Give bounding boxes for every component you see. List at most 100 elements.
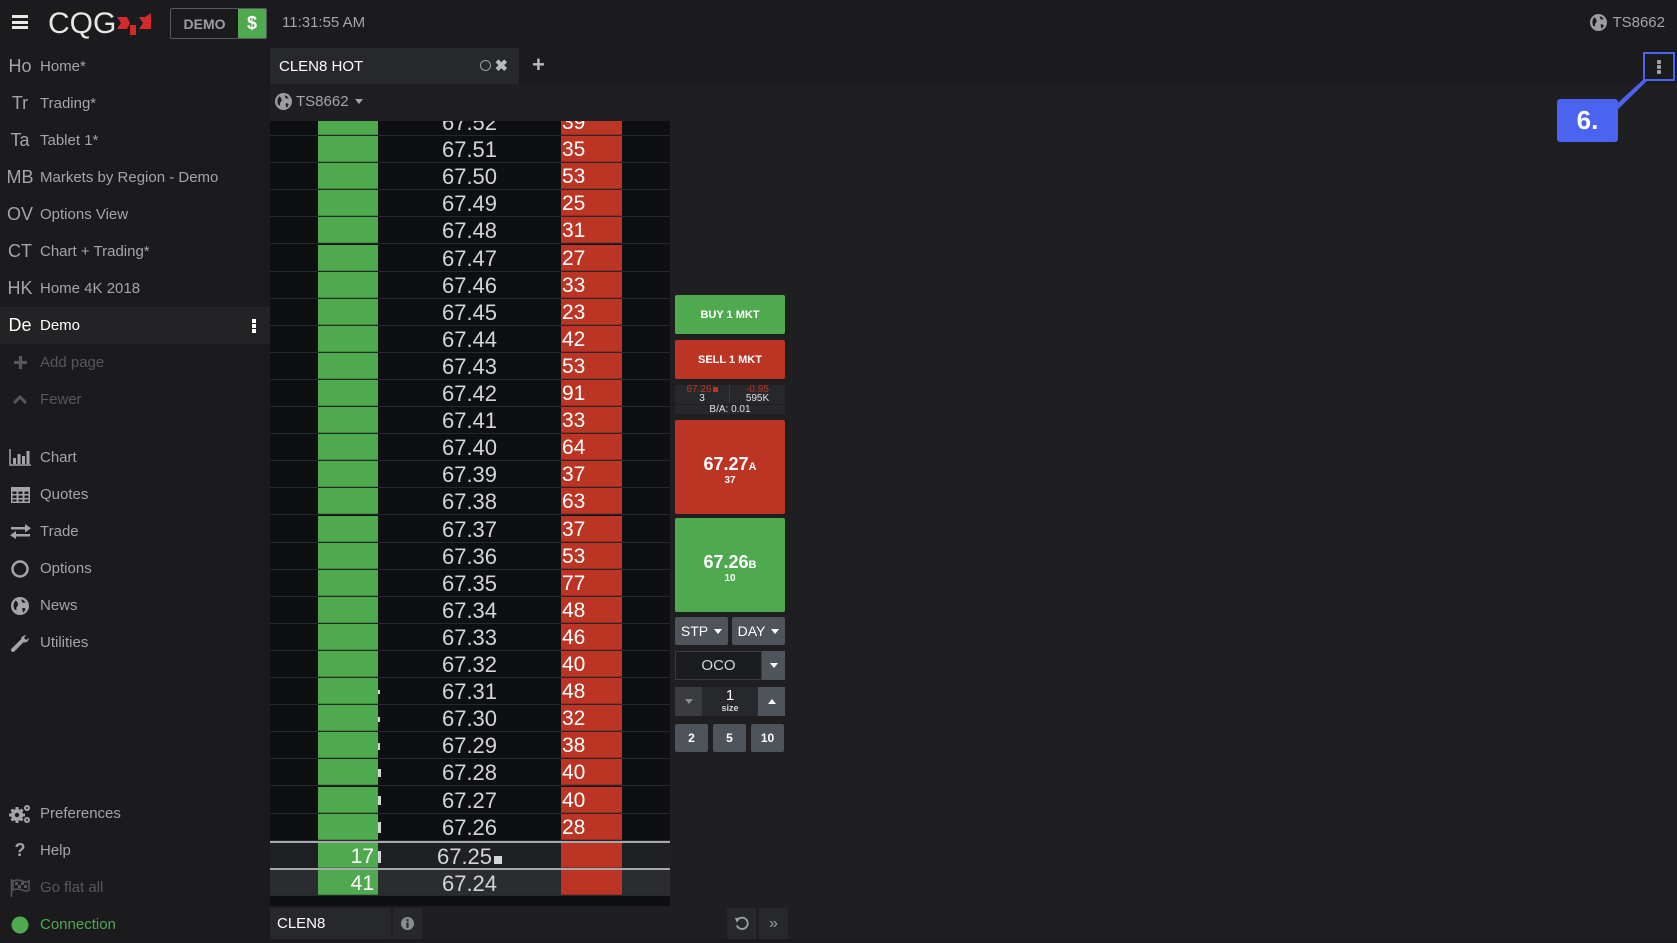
- buy-market-button[interactable]: BUY 1 MKT: [675, 295, 785, 334]
- ask-cell[interactable]: 37: [561, 515, 622, 542]
- account-selector[interactable]: TS8662: [275, 93, 363, 110]
- bid-cell[interactable]: [318, 596, 378, 623]
- sidebar-preferences[interactable]: Preferences: [0, 795, 270, 832]
- quick-size-10-button[interactable]: 10: [751, 724, 784, 752]
- size-stepper[interactable]: 1 size: [675, 687, 785, 716]
- sidebar-widget-news[interactable]: News: [0, 587, 270, 624]
- price-cell[interactable]: 67.47: [378, 245, 561, 271]
- sidebar-page-tablet[interactable]: Ta Tablet 1*: [0, 122, 270, 159]
- ladder-row[interactable]: 67.33 46: [270, 623, 670, 651]
- fewer-button[interactable]: Fewer: [0, 381, 270, 418]
- ladder-row[interactable]: 67.49 25: [270, 190, 670, 218]
- ladder-row[interactable]: 67.47 27: [270, 244, 670, 272]
- bid-cell[interactable]: [318, 569, 378, 596]
- ladder-row[interactable]: 67.42 91: [270, 380, 670, 407]
- ask-cell[interactable]: [561, 842, 622, 868]
- ask-cell[interactable]: 33: [561, 271, 622, 298]
- ladder-row[interactable]: 67.37 37: [270, 515, 670, 543]
- ask-cell[interactable]: 64: [561, 434, 622, 461]
- ladder-row[interactable]: 67.48 31: [270, 217, 670, 245]
- ladder-row[interactable]: 17 67.25: [270, 840, 670, 869]
- size-increment-button[interactable]: [758, 687, 785, 716]
- ask-cell[interactable]: 32: [561, 705, 622, 732]
- bid-cell[interactable]: [318, 244, 378, 271]
- ladder-row[interactable]: 67.27 40: [270, 786, 670, 814]
- bid-cell[interactable]: [318, 786, 378, 813]
- price-cell[interactable]: 67.31: [378, 678, 561, 704]
- ask-cell[interactable]: 40: [561, 651, 622, 677]
- bid-cell[interactable]: [318, 542, 378, 569]
- price-cell[interactable]: 67.45: [378, 299, 561, 325]
- ladder-row[interactable]: 67.45 23: [270, 298, 670, 326]
- ladder-row[interactable]: 67.44 42: [270, 325, 670, 353]
- hamburger-menu-icon[interactable]: [12, 15, 28, 29]
- bid-cell[interactable]: [318, 651, 378, 677]
- price-cell[interactable]: 67.49: [378, 190, 561, 216]
- ask-cell[interactable]: 46: [561, 623, 622, 650]
- reset-button[interactable]: [727, 908, 756, 939]
- ask-cell[interactable]: 53: [561, 163, 622, 190]
- price-cell[interactable]: 67.37: [378, 516, 561, 542]
- bid-cell[interactable]: [318, 190, 378, 217]
- bid-cell[interactable]: 17: [318, 842, 378, 868]
- ladder-row[interactable]: 67.43 53: [270, 352, 670, 380]
- bid-cell[interactable]: [318, 623, 378, 650]
- ladder-row[interactable]: 67.34 48: [270, 596, 670, 624]
- bid-cell[interactable]: [318, 136, 378, 163]
- price-cell[interactable]: 67.28: [378, 759, 561, 785]
- duration-dropdown[interactable]: DAY: [732, 617, 785, 645]
- order-type-dropdown[interactable]: STP: [675, 617, 728, 645]
- ladder-row[interactable]: 41 67.24: [270, 867, 670, 896]
- price-cell[interactable]: 67.44: [378, 326, 561, 352]
- add-tab-icon[interactable]: +: [532, 54, 545, 76]
- ask-cell[interactable]: 42: [561, 325, 622, 352]
- best-ask-button[interactable]: 67.27A 37: [675, 420, 785, 514]
- sidebar-page-trading[interactable]: Tr Trading*: [0, 85, 270, 122]
- ask-cell[interactable]: 77: [561, 569, 622, 596]
- bid-cell[interactable]: [318, 407, 378, 434]
- ask-cell[interactable]: 27: [561, 244, 622, 271]
- add-page-button[interactable]: Add page: [0, 344, 270, 381]
- price-cell[interactable]: 67.33: [378, 624, 561, 650]
- sidebar-page-options-view[interactable]: OV Options View: [0, 196, 270, 233]
- ask-cell[interactable]: 40: [561, 759, 622, 786]
- ladder-row[interactable]: 67.30 32: [270, 705, 670, 733]
- ladder-row[interactable]: 67.51 35: [270, 136, 670, 164]
- ladder-row[interactable]: 67.46 33: [270, 271, 670, 299]
- price-cell[interactable]: 67.27: [378, 787, 561, 813]
- sidebar-page-demo[interactable]: De Demo: [0, 307, 270, 344]
- ask-cell[interactable]: 63: [561, 488, 622, 515]
- ask-cell[interactable]: 25: [561, 190, 622, 217]
- expand-button[interactable]: »: [759, 908, 788, 939]
- price-ladder[interactable]: 67.52 39 67.51 35 67.50 53 67.49 25 67.48 31 67.47…: [270, 121, 670, 906]
- sidebar-widget-utilities[interactable]: Utilities: [0, 624, 270, 661]
- ladder-row[interactable]: 67.31 48: [270, 678, 670, 706]
- price-cell[interactable]: 67.32: [378, 651, 561, 677]
- page-options-kebab-icon[interactable]: [252, 319, 256, 334]
- environment-badge[interactable]: DEMO $: [170, 8, 267, 39]
- bid-cell[interactable]: [318, 678, 378, 705]
- sidebar-page-home-4k[interactable]: HK Home 4K 2018: [0, 270, 270, 307]
- price-cell[interactable]: 67.48: [378, 217, 561, 243]
- sidebar-connection[interactable]: Connection: [0, 906, 270, 943]
- ask-cell[interactable]: 33: [561, 407, 622, 434]
- price-cell[interactable]: 67.36: [378, 543, 561, 569]
- bid-cell[interactable]: [318, 352, 378, 379]
- price-cell[interactable]: 67.26: [378, 814, 561, 840]
- ladder-row[interactable]: 67.29 38: [270, 732, 670, 760]
- ladder-row[interactable]: 67.38 63: [270, 488, 670, 516]
- bid-cell[interactable]: [318, 488, 378, 515]
- sidebar-help[interactable]: ? Help: [0, 832, 270, 869]
- sidebar-go-flat-all[interactable]: Go flat all: [0, 869, 270, 906]
- bid-cell[interactable]: [318, 325, 378, 352]
- size-decrement-button[interactable]: [675, 687, 702, 716]
- bid-cell[interactable]: [318, 515, 378, 542]
- bid-cell[interactable]: [318, 759, 378, 786]
- sell-market-button[interactable]: SELL 1 MKT: [675, 340, 785, 379]
- price-cell[interactable]: 67.25: [378, 843, 561, 869]
- bid-cell[interactable]: [318, 813, 378, 840]
- ask-cell[interactable]: 53: [561, 542, 622, 569]
- price-cell[interactable]: 67.52: [378, 121, 561, 135]
- ladder-row[interactable]: 67.32 40: [270, 651, 670, 678]
- bid-cell[interactable]: [318, 121, 378, 135]
